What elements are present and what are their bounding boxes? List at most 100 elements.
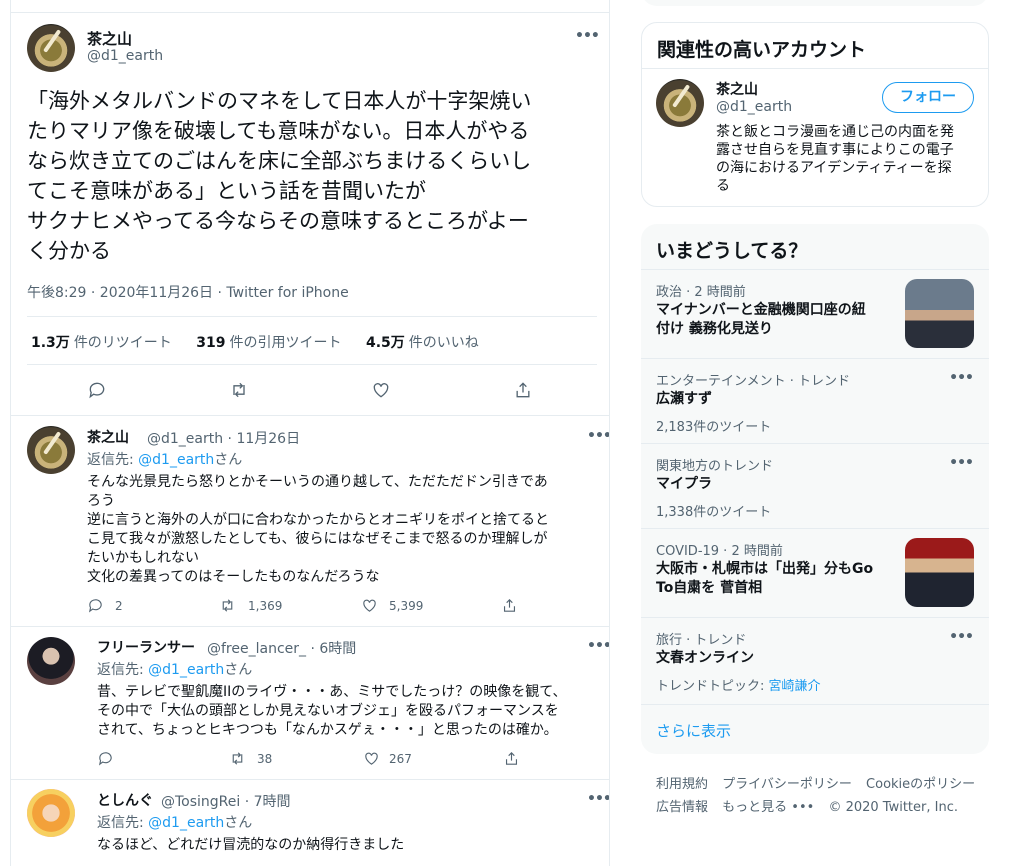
trend-name: マイプラ bbox=[656, 476, 712, 492]
trend-category: 政治 · 2 時間前 bbox=[656, 285, 746, 300]
trend-category: COVID-19 · 2 時間前 bbox=[656, 544, 783, 559]
like-icon[interactable] bbox=[363, 750, 383, 770]
reply-text: そんな光景見たら怒りとかそーいうの通り越して、ただただドン引きであ ろう 逆に言… bbox=[87, 474, 549, 585]
footer-privacy-link[interactable]: プライバシーポリシー bbox=[722, 777, 852, 792]
quotes-stat[interactable]: 319 件の引用ツイート bbox=[196, 335, 341, 351]
tweet-timestamp[interactable]: 午後8:29 · 2020年11月26日 · Twitter for iPhon… bbox=[27, 282, 349, 302]
share-icon[interactable] bbox=[501, 597, 521, 617]
trend-item[interactable]: COVID-19 · 2 時間前 大阪市・札幌市は「出発」分もGo To自粛を … bbox=[641, 528, 989, 617]
trend-name: 広瀬すず bbox=[656, 391, 712, 407]
retweets-stat[interactable]: 1.3万 件のリツイート bbox=[31, 335, 172, 351]
trend-topic-link[interactable]: 宮崎謙介 bbox=[769, 679, 821, 694]
reply-avatar[interactable] bbox=[27, 637, 75, 685]
like-count: 267 bbox=[389, 752, 412, 766]
trend-item[interactable]: 関東地方のトレンド ••• マイプラ 1,338件のツイート bbox=[641, 443, 989, 528]
more-icon[interactable]: ••• bbox=[949, 629, 974, 645]
divider bbox=[27, 316, 597, 317]
trend-category: 関東地方のトレンド bbox=[656, 459, 774, 474]
trend-item[interactable]: エンターテインメント · トレンド ••• 広瀬すず 2,183件のツイート bbox=[641, 358, 989, 443]
more-icon[interactable]: ••• bbox=[587, 638, 609, 654]
twitter-page: 茶之山 @d1_earth ••• 「海外メタルバンドのマネをして日本人が十字架… bbox=[0, 0, 1031, 866]
retweet-count: 38 bbox=[257, 752, 273, 766]
reply-author-name[interactable]: としんぐ bbox=[97, 790, 153, 810]
share-icon[interactable] bbox=[503, 750, 523, 770]
reply-icon[interactable] bbox=[87, 380, 107, 400]
related-avatar[interactable] bbox=[656, 79, 704, 127]
author-name[interactable]: 茶之山 bbox=[87, 28, 132, 49]
show-more-link[interactable]: さらに表示 bbox=[656, 720, 731, 741]
like-count: 5,399 bbox=[389, 599, 424, 613]
reply-to-label: 返信先: @d1_earthさん bbox=[97, 662, 253, 678]
author-avatar[interactable] bbox=[27, 24, 75, 72]
retweet-count: 1,369 bbox=[248, 599, 283, 613]
reply-to-link[interactable]: @d1_earth bbox=[138, 452, 214, 468]
trend-name: 文春オンライン bbox=[656, 650, 754, 666]
footer-more-link[interactable]: もっと見る ••• bbox=[722, 800, 814, 815]
divider bbox=[27, 364, 597, 365]
author-handle[interactable]: @d1_earth bbox=[87, 48, 163, 64]
reply-count: 2 bbox=[115, 599, 123, 613]
more-icon[interactable]: ••• bbox=[587, 428, 609, 444]
reply-icon[interactable] bbox=[87, 597, 107, 617]
reply-author-name[interactable]: 茶之山 bbox=[87, 427, 129, 447]
retweet-icon[interactable] bbox=[229, 380, 249, 400]
reply-icon[interactable] bbox=[97, 750, 117, 770]
trend-category: 旅行 · トレンド bbox=[656, 633, 747, 648]
like-icon[interactable] bbox=[361, 597, 381, 617]
reply-text: なるほど、どれだけ冒涜的なのか納得行きました bbox=[97, 837, 405, 853]
sidebar-search-remnant bbox=[641, 0, 989, 6]
footer-cookie-link[interactable]: Cookieのポリシー bbox=[866, 777, 975, 792]
related-accounts-title: 関連性の高いアカウント bbox=[657, 39, 867, 61]
more-icon[interactable]: ••• bbox=[949, 455, 974, 471]
divider bbox=[11, 779, 609, 780]
reply-to-label: 返信先: @d1_earthさん bbox=[97, 815, 253, 831]
retweet-icon[interactable] bbox=[229, 750, 249, 770]
trend-name: マイナンバーと金融機関口座の紐 付け 義務化見送り bbox=[656, 302, 866, 337]
retweet-icon[interactable] bbox=[219, 597, 239, 617]
reply-avatar[interactable] bbox=[27, 789, 75, 837]
more-icon[interactable]: ••• bbox=[587, 791, 609, 807]
reply-to-link[interactable]: @d1_earth bbox=[148, 815, 224, 831]
trend-image bbox=[905, 538, 974, 607]
divider bbox=[11, 415, 609, 416]
trend-image bbox=[905, 279, 974, 348]
reply-text: 昔、テレビで聖飢魔IIのライヴ・・・あ、ミサでしたっけ？の映像を観て、 その中で… bbox=[97, 684, 567, 738]
reply-handle-time[interactable]: @TosingRei · 7時間 bbox=[161, 791, 291, 811]
follow-button[interactable]: フォロー bbox=[882, 82, 974, 113]
trend-category: エンターテインメント · トレンド bbox=[656, 374, 851, 389]
divider bbox=[641, 704, 989, 705]
reply-to-label: 返信先: @d1_earthさん bbox=[87, 452, 243, 468]
tweet-stats: 1.3万 件のリツイート 319 件の引用ツイート 4.5万 件のいいね bbox=[31, 332, 499, 352]
related-name[interactable]: 茶之山 bbox=[716, 79, 758, 99]
top-divider bbox=[11, 12, 609, 13]
reply-author-name[interactable]: フリーランサー bbox=[97, 637, 195, 657]
reply-to-link[interactable]: @d1_earth bbox=[148, 662, 224, 678]
trend-item[interactable]: 旅行 · トレンド ••• 文春オンライン トレンドトピック: 宮崎謙介 bbox=[641, 617, 989, 702]
divider bbox=[11, 626, 609, 627]
likes-stat[interactable]: 4.5万 件のいいね bbox=[366, 335, 479, 351]
trends-title: いまどうしてる？ bbox=[656, 240, 808, 262]
trend-item[interactable]: 政治 · 2 時間前 マイナンバーと金融機関口座の紐 付け 義務化見送り bbox=[641, 269, 989, 358]
related-bio: 茶と飯とコラ漫画を通じ己の内面を発 露させ自らを見直す事によりこの電子 の海にお… bbox=[716, 124, 954, 194]
like-icon[interactable] bbox=[371, 380, 391, 400]
tweet-text: 「海外メタルバンドのマネをして日本人が十字架焼い たりマリア像を破壊しても意味が… bbox=[27, 89, 532, 263]
related-handle[interactable]: @d1_earth bbox=[716, 99, 792, 115]
footer-copyright: © 2020 Twitter, Inc. bbox=[828, 800, 958, 815]
trends-card: いまどうしてる？ 政治 · 2 時間前 マイナンバーと金融機関口座の紐 付け 義… bbox=[641, 224, 989, 754]
trend-count: 1,338件のツイート bbox=[656, 505, 772, 520]
reply-avatar[interactable] bbox=[27, 426, 75, 474]
footer-links-row-1: 利用規約 プライバシーポリシー Cookieのポリシー bbox=[656, 773, 985, 792]
more-icon[interactable]: ••• bbox=[949, 370, 974, 386]
reply-handle-time[interactable]: @free_lancer_ · 6時間 bbox=[207, 638, 356, 658]
trend-name: 大阪市・札幌市は「出発」分もGo To自粛を 菅首相 bbox=[656, 561, 874, 596]
more-icon[interactable]: ••• bbox=[575, 28, 600, 44]
trend-topic: トレンドトピック: 宮崎謙介 bbox=[656, 679, 821, 694]
footer-terms-link[interactable]: 利用規約 bbox=[656, 777, 708, 792]
trend-count: 2,183件のツイート bbox=[656, 420, 772, 435]
main-column: 茶之山 @d1_earth ••• 「海外メタルバンドのマネをして日本人が十字架… bbox=[10, 0, 610, 866]
footer-links-row-2: 広告情報 もっと見る ••• © 2020 Twitter, Inc. bbox=[656, 796, 968, 815]
reply-handle-time[interactable]: @d1_earth · 11月26日 bbox=[147, 428, 300, 448]
divider bbox=[642, 68, 988, 69]
footer-ads-link[interactable]: 広告情報 bbox=[656, 800, 708, 815]
share-icon[interactable] bbox=[513, 380, 533, 400]
